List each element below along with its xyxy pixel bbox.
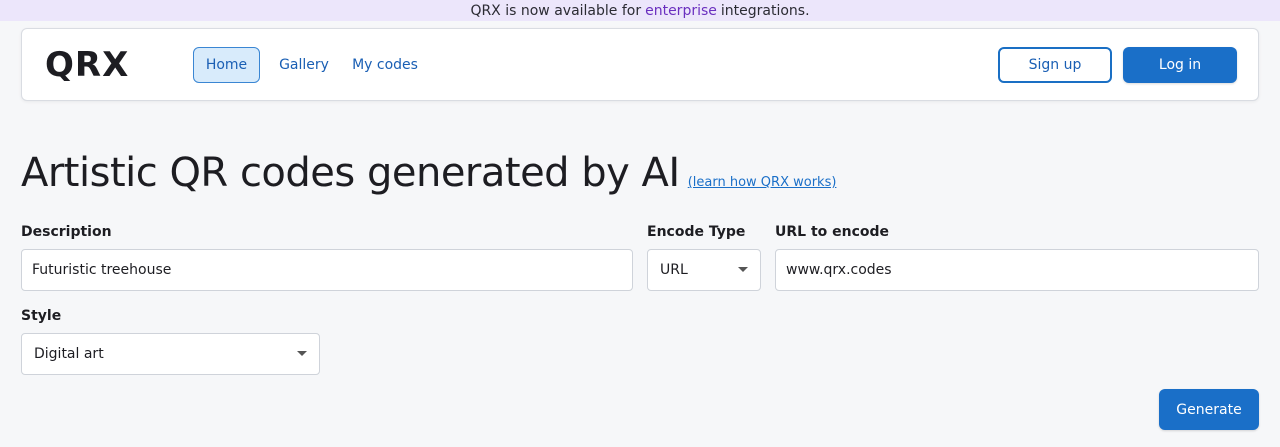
logo[interactable]: QRX — [45, 45, 129, 85]
style-select[interactable]: Digital art — [21, 333, 320, 375]
log-in-button[interactable]: Log in — [1123, 47, 1237, 83]
announcement-banner: QRX is now available for enterprise inte… — [0, 0, 1280, 21]
nav-link-home[interactable]: Home — [193, 47, 260, 83]
chevron-down-icon — [738, 267, 748, 272]
description-label: Description — [21, 224, 112, 240]
style-value: Digital art — [34, 346, 104, 362]
nav-link-gallery[interactable]: Gallery — [274, 47, 334, 83]
generate-button[interactable]: Generate — [1159, 389, 1259, 430]
encode-type-value: URL — [660, 262, 688, 278]
page-title: Artistic QR codes generated by AI — [21, 150, 680, 196]
learn-how-link[interactable]: (learn how QRX works) — [688, 175, 837, 190]
page-heading: Artistic QR codes generated by AI (learn… — [21, 150, 836, 196]
description-input[interactable]: Futuristic treehouse — [21, 249, 633, 291]
sign-up-button[interactable]: Sign up — [998, 47, 1112, 83]
encode-type-label: Encode Type — [647, 224, 746, 240]
nav-link-my-codes[interactable]: My codes — [348, 47, 422, 83]
encode-type-select[interactable]: URL — [647, 249, 761, 291]
chevron-down-icon — [297, 351, 307, 356]
banner-text: QRX is now available for — [470, 2, 642, 19]
banner-text-suffix: integrations. — [720, 2, 810, 19]
banner-highlight-link[interactable]: enterprise — [645, 3, 717, 19]
top-navigation: QRX Home Gallery My codes Sign up Log in — [21, 28, 1259, 101]
style-label: Style — [21, 308, 62, 324]
url-label: URL to encode — [775, 224, 890, 240]
url-input[interactable]: www.qrx.codes — [775, 249, 1259, 291]
